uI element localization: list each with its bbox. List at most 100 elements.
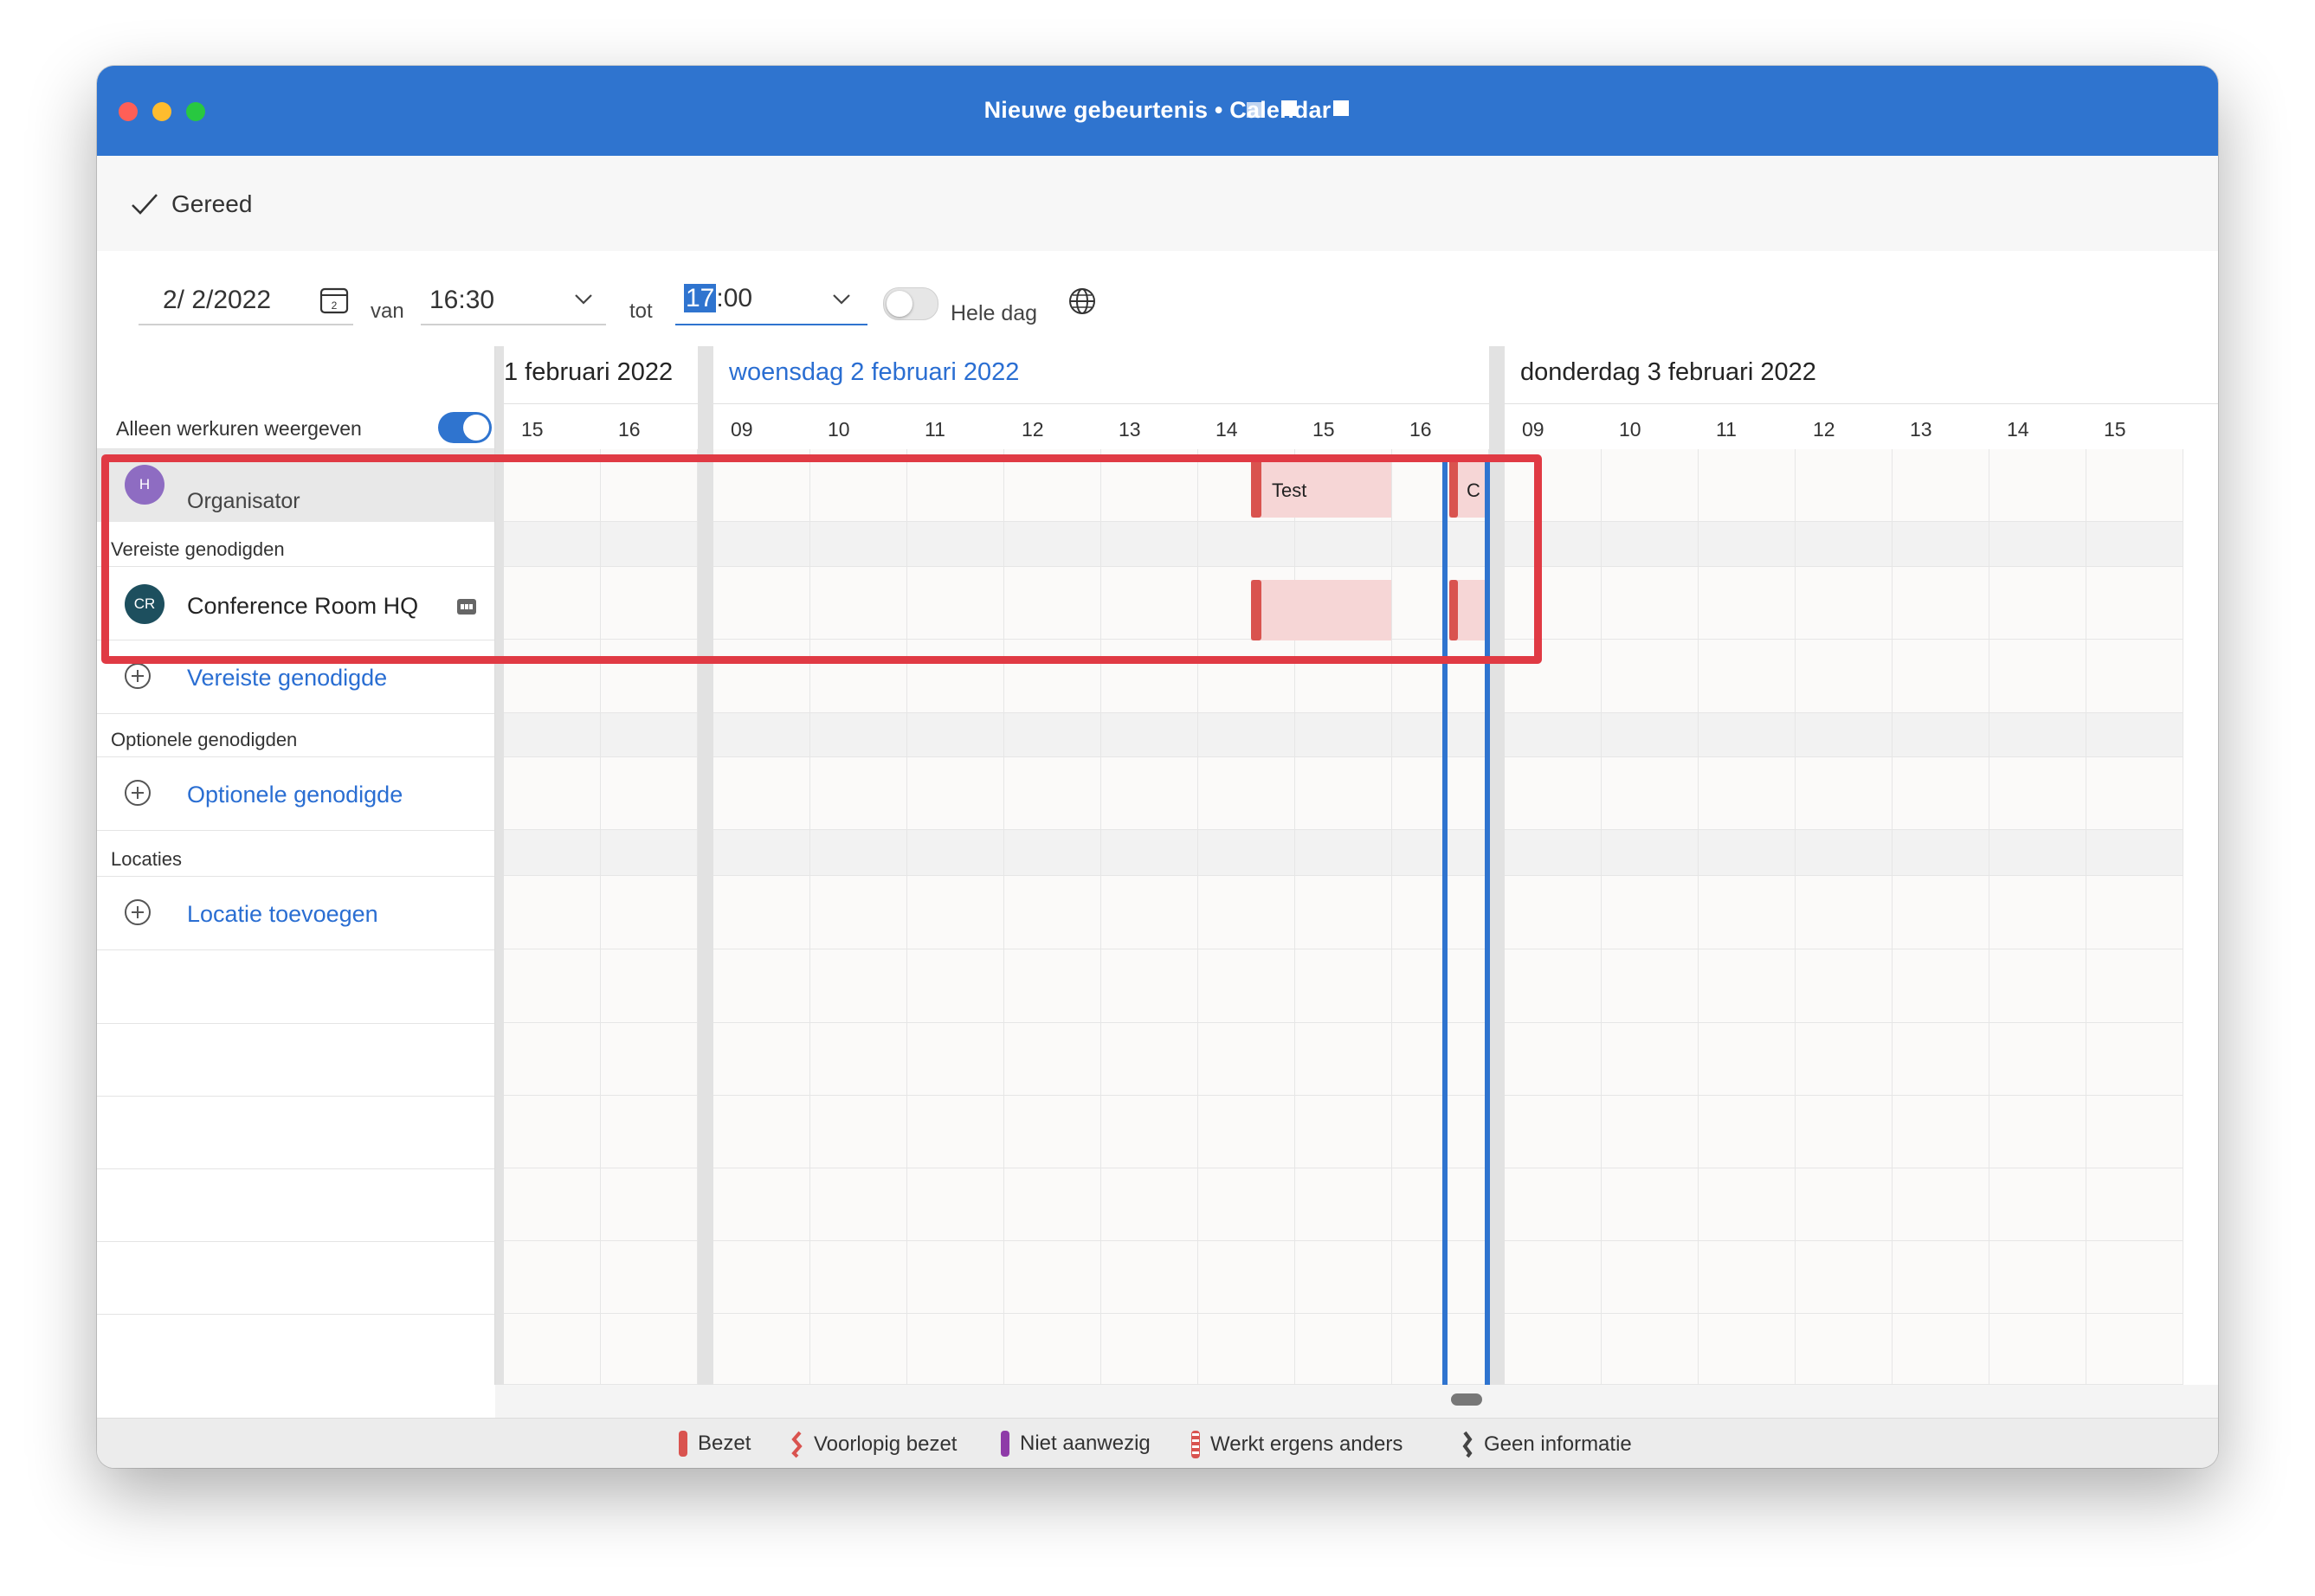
time-cell[interactable] (1101, 567, 1198, 640)
time-cell[interactable] (1392, 1023, 1489, 1096)
time-cell[interactable] (1198, 1096, 1295, 1168)
time-cell[interactable] (1004, 640, 1101, 713)
time-cell[interactable] (1699, 1096, 1796, 1168)
time-cell[interactable] (2086, 713, 2183, 757)
from-time-dropdown[interactable]: 16:30 (421, 280, 606, 325)
time-cell[interactable] (504, 830, 601, 876)
time-cell[interactable] (810, 1314, 907, 1385)
globe-icon[interactable] (1067, 286, 1098, 317)
time-cell[interactable] (1989, 757, 2086, 830)
time-cell[interactable] (907, 713, 1004, 757)
time-cell[interactable] (907, 949, 1004, 1023)
time-cell[interactable] (1699, 1023, 1796, 1096)
time-cell[interactable] (1004, 757, 1101, 830)
add-location[interactable]: Locatie toevoegen (97, 877, 495, 949)
time-cell[interactable] (2086, 830, 2183, 876)
time-cell[interactable] (1796, 522, 1893, 567)
time-cell[interactable] (1295, 1096, 1392, 1168)
time-cell[interactable] (1101, 1096, 1198, 1168)
time-cell[interactable] (1893, 1168, 1989, 1241)
time-cell[interactable] (713, 830, 810, 876)
time-cell[interactable] (1004, 1241, 1101, 1314)
time-cell[interactable] (1602, 830, 1699, 876)
time-cell[interactable] (810, 640, 907, 713)
time-cell[interactable] (1989, 1023, 2086, 1096)
time-cell[interactable] (907, 449, 1004, 522)
time-cell[interactable] (1004, 949, 1101, 1023)
time-cell[interactable] (1602, 949, 1699, 1023)
time-cell[interactable] (810, 449, 907, 522)
time-cell[interactable] (1295, 876, 1392, 949)
time-cell[interactable] (1101, 1314, 1198, 1385)
time-cell[interactable] (1101, 713, 1198, 757)
time-cell[interactable] (907, 640, 1004, 713)
work-hours-toggle[interactable] (438, 412, 492, 443)
time-cell[interactable] (1505, 522, 1602, 567)
time-cell[interactable] (1602, 713, 1699, 757)
time-cell[interactable] (1989, 830, 2086, 876)
time-cell[interactable] (1699, 876, 1796, 949)
time-cell[interactable] (1796, 830, 1893, 876)
time-cell[interactable] (1101, 949, 1198, 1023)
time-cell[interactable] (1602, 876, 1699, 949)
time-cell[interactable] (1989, 640, 2086, 713)
time-cell[interactable] (1699, 1241, 1796, 1314)
time-cell[interactable] (1699, 949, 1796, 1023)
time-cell[interactable] (1893, 640, 1989, 713)
time-cell[interactable] (907, 1314, 1004, 1385)
time-cell[interactable] (1989, 713, 2086, 757)
time-cell[interactable] (1893, 522, 1989, 567)
time-cell[interactable] (2086, 757, 2183, 830)
time-cell[interactable] (2086, 876, 2183, 949)
time-cell[interactable] (1392, 1168, 1489, 1241)
time-cell[interactable] (1893, 713, 1989, 757)
time-cell[interactable] (504, 567, 601, 640)
time-cell[interactable] (810, 567, 907, 640)
time-cell[interactable] (1392, 949, 1489, 1023)
time-cell[interactable] (713, 640, 810, 713)
time-cell[interactable] (601, 949, 698, 1023)
time-cell[interactable] (1392, 522, 1489, 567)
time-cell[interactable] (713, 1241, 810, 1314)
time-cell[interactable] (1989, 522, 2086, 567)
time-cell[interactable] (1602, 449, 1699, 522)
time-cell[interactable] (810, 949, 907, 1023)
date-field[interactable]: 2/ 2/2022 2 (139, 280, 353, 325)
time-cell[interactable] (1796, 1168, 1893, 1241)
time-cell[interactable] (1101, 757, 1198, 830)
time-cell[interactable] (1505, 713, 1602, 757)
time-cell[interactable] (1893, 949, 1989, 1023)
time-cell[interactable] (1295, 1241, 1392, 1314)
time-cell[interactable] (907, 1168, 1004, 1241)
time-cell[interactable] (1101, 522, 1198, 567)
time-cell[interactable] (1989, 949, 2086, 1023)
time-cell[interactable] (1893, 876, 1989, 949)
time-cell[interactable] (601, 1168, 698, 1241)
time-cell[interactable] (1505, 757, 1602, 830)
time-cell[interactable] (1796, 757, 1893, 830)
time-cell[interactable] (907, 876, 1004, 949)
time-cell[interactable] (1505, 449, 1602, 522)
time-cell[interactable] (601, 1314, 698, 1385)
organizer-row[interactable]: H •••• Organisator (97, 449, 495, 522)
time-cell[interactable] (2086, 1023, 2183, 1096)
time-cell[interactable] (1602, 1314, 1699, 1385)
all-day-toggle[interactable] (883, 287, 938, 320)
time-cell[interactable] (2086, 567, 2183, 640)
time-cell[interactable] (907, 1241, 1004, 1314)
time-cell[interactable] (1295, 1023, 1392, 1096)
room-row[interactable]: CR Conference Room HQ (97, 567, 495, 640)
time-cell[interactable] (1989, 449, 2086, 522)
time-cell[interactable] (1796, 567, 1893, 640)
time-cell[interactable] (907, 1023, 1004, 1096)
time-cell[interactable] (1392, 757, 1489, 830)
time-cell[interactable] (1989, 567, 2086, 640)
time-cell[interactable] (504, 949, 601, 1023)
time-cell[interactable] (504, 1168, 601, 1241)
time-cell[interactable] (601, 449, 698, 522)
time-cell[interactable] (810, 757, 907, 830)
time-cell[interactable] (1295, 713, 1392, 757)
time-cell[interactable] (713, 876, 810, 949)
day-header-feb3[interactable]: donderdag 3 februari 2022 (1520, 358, 1816, 387)
time-cell[interactable] (1893, 1096, 1989, 1168)
